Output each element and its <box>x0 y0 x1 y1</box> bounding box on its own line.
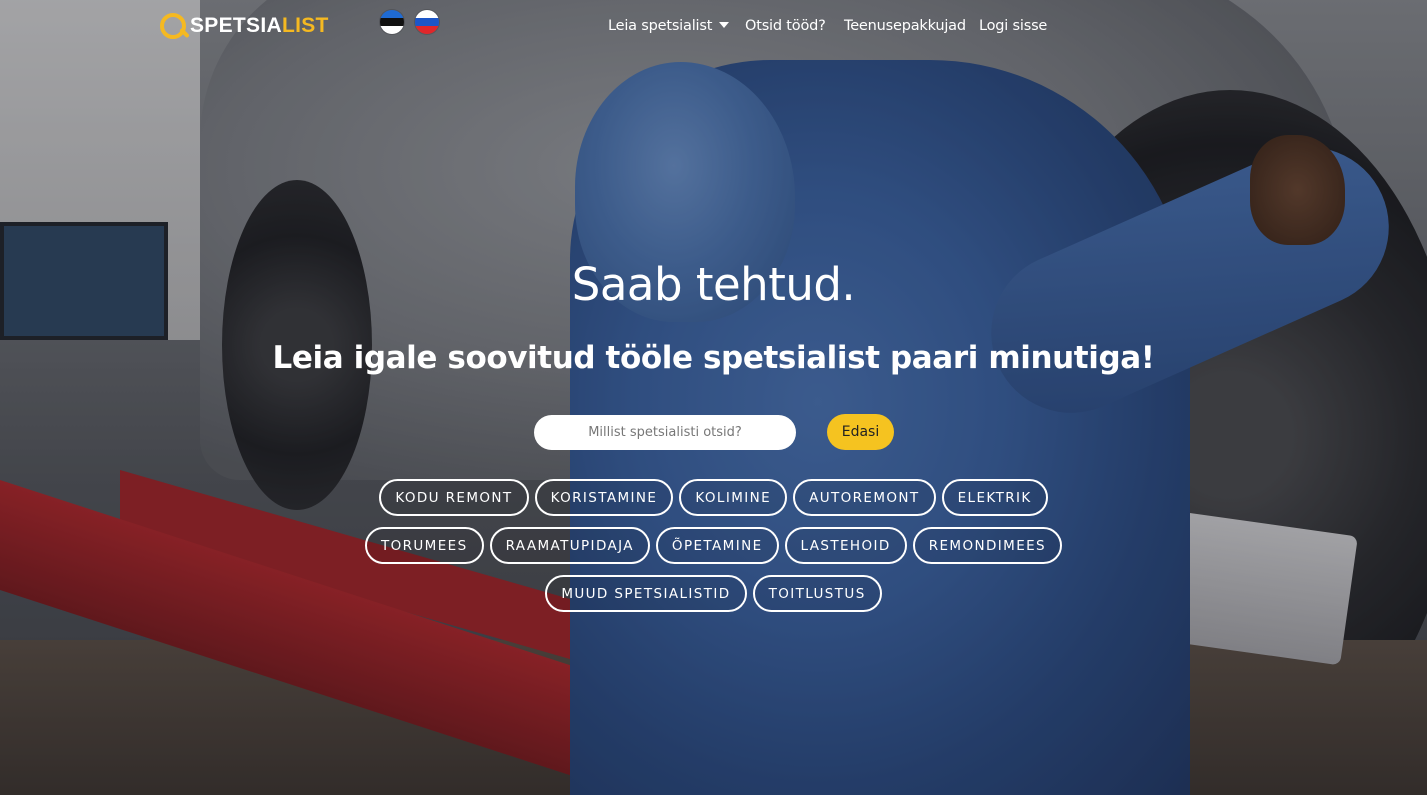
category-pill[interactable]: ÕPETAMINE <box>655 527 779 564</box>
search-submit-button[interactable]: Edasi <box>827 414 894 450</box>
russia-flag-icon[interactable] <box>415 10 439 34</box>
specialist-search-input[interactable] <box>534 415 796 450</box>
caret-down-icon <box>719 22 730 28</box>
magnifier-logo-icon <box>160 11 190 41</box>
hero-title: Saab tehtud. <box>571 258 856 311</box>
logo[interactable]: SPETSIALIST <box>160 10 329 42</box>
nav-looking-for-work[interactable]: Otsid tööd? <box>745 18 826 34</box>
site-header: SPETSIALIST Leia spetsialist Otsid tööd?… <box>0 0 1427 54</box>
nav-service-providers[interactable]: Teenusepakkujad <box>844 18 966 34</box>
category-pill[interactable]: AUTOREMONT <box>793 479 936 516</box>
category-pill[interactable]: KORISTAMINE <box>534 479 674 516</box>
category-pill[interactable]: ELEKTRIK <box>941 479 1048 516</box>
category-pill[interactable]: TORUMEES <box>364 527 484 564</box>
nav-login[interactable]: Logi sisse <box>979 18 1047 34</box>
category-pill[interactable]: KOLIMINE <box>679 479 788 516</box>
category-pill[interactable]: KODU REMONT <box>379 479 529 516</box>
category-pill[interactable]: TOITLUSTUS <box>752 575 882 612</box>
category-pill[interactable]: MUUD SPETSIALISTID <box>545 575 747 612</box>
nav-find-specialist[interactable]: Leia spetsialist <box>608 18 730 34</box>
estonia-flag-icon[interactable] <box>380 10 404 34</box>
category-pill[interactable]: RAAMATUPIDAJA <box>489 527 650 564</box>
hero-background-image <box>0 0 1427 795</box>
category-pill[interactable]: REMONDIMEES <box>912 527 1063 564</box>
category-pill[interactable]: LASTEHOID <box>784 527 907 564</box>
logo-text: SPETSIALIST <box>190 14 329 37</box>
hero-subtitle: Leia igale soovitud tööle spetsialist pa… <box>272 340 1155 376</box>
